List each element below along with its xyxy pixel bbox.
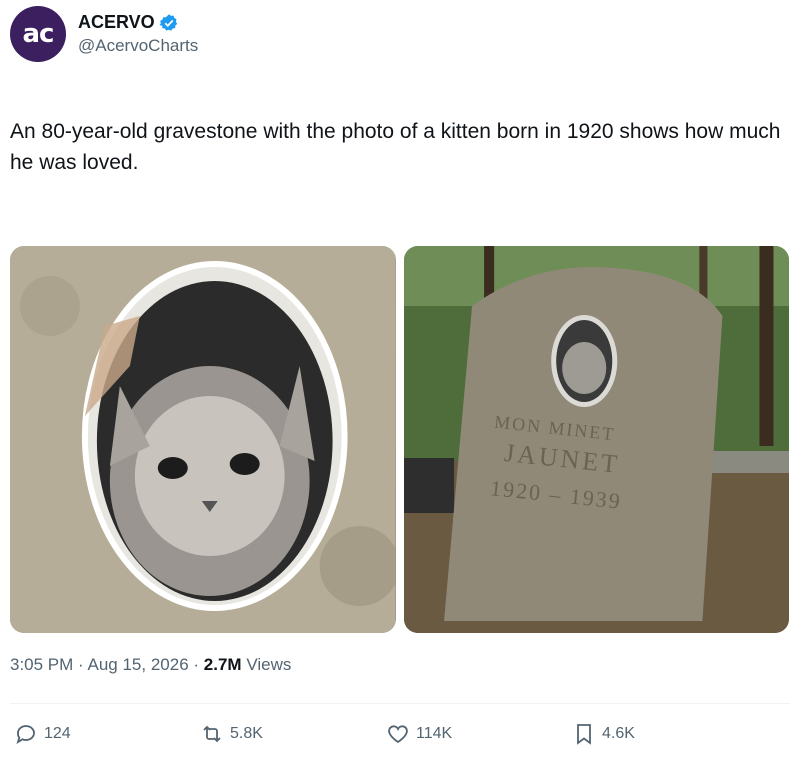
- repost-count: 5.8K: [230, 725, 263, 742]
- display-name[interactable]: ACERVO: [78, 12, 155, 33]
- views-count: 2.7M: [203, 655, 242, 674]
- heart-icon: [388, 725, 408, 744]
- repost-icon: [203, 725, 221, 743]
- author-names: ACERVO @AcervoCharts: [78, 12, 198, 56]
- photo-gravestone[interactable]: MON MINET JAUNET 1920 – 1939: [403, 246, 789, 633]
- reply-button[interactable]: 124: [14, 722, 71, 746]
- bookmark-button[interactable]: 4.6K: [572, 722, 635, 746]
- like-button[interactable]: 114K: [386, 722, 452, 746]
- tweet-header: ac ACERVO @AcervoCharts: [10, 6, 198, 62]
- meta-separator: ·: [193, 655, 204, 674]
- avatar-text: ac: [22, 19, 55, 49]
- tweet-meta: 3:05 PM · Aug 15, 2026 · 2.7M Views: [10, 655, 291, 675]
- media-grid: MON MINET JAUNET 1920 – 1939: [10, 246, 789, 633]
- photo-kitten-portrait[interactable]: [10, 246, 396, 633]
- avatar[interactable]: ac: [10, 6, 66, 62]
- reply-count: 124: [44, 725, 71, 742]
- repost-button[interactable]: 5.8K: [200, 722, 263, 746]
- bookmark-count: 4.6K: [602, 725, 635, 742]
- verified-badge-icon: [159, 13, 177, 31]
- views-label: Views: [246, 655, 292, 674]
- reply-icon: [16, 725, 35, 744]
- action-bar: 124 5.8K 114K 4.6K: [10, 722, 790, 756]
- bookmark-icon: [577, 724, 591, 745]
- tweet-time[interactable]: 3:05 PM: [10, 655, 73, 674]
- meta-separator: ·: [78, 655, 88, 674]
- kitten-portrait-drawing: [10, 246, 396, 633]
- tweet-text: An 80-year-old gravestone with the photo…: [10, 120, 781, 174]
- divider: [10, 703, 790, 704]
- name-row: ACERVO: [78, 12, 198, 33]
- tweet-date[interactable]: Aug 15, 2026: [88, 655, 189, 674]
- handle[interactable]: @AcervoCharts: [78, 36, 198, 56]
- like-count: 114K: [416, 725, 453, 742]
